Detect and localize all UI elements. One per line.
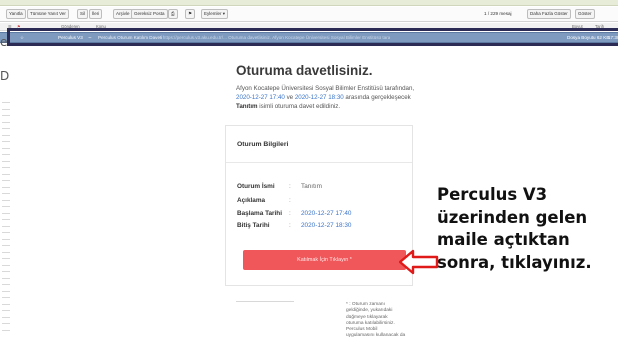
column-from[interactable]: Gönderen bbox=[61, 23, 80, 31]
mail-size: Dosya Boyutu 62 KB bbox=[567, 35, 610, 40]
mail-from: Perculus V3 bbox=[58, 35, 83, 40]
field-label-description: Açıklama bbox=[237, 197, 266, 204]
left-pane-line bbox=[2, 193, 10, 194]
left-pane-line bbox=[2, 134, 10, 136]
left-pane-line bbox=[2, 206, 10, 207]
message-count: 1 / 229 mesaj bbox=[484, 11, 512, 16]
left-pane-line bbox=[2, 251, 10, 253]
left-pane-line bbox=[2, 329, 10, 331]
column-subject[interactable]: Konu bbox=[96, 23, 106, 31]
archive-button[interactable]: Arşivle bbox=[113, 9, 133, 19]
left-pane-line bbox=[2, 173, 10, 175]
field-colon: : bbox=[289, 197, 291, 204]
footnote-text: * : Oturum zamanı geldiğinde, yukarıdaki… bbox=[346, 302, 406, 338]
mail-row-selected[interactable]: ☆ Perculus V3 ∼ Perculus Oturum Katılım … bbox=[0, 32, 618, 43]
left-pane-line bbox=[2, 108, 10, 110]
invite-suffix: isimli oturuma davet edildiniz. bbox=[257, 103, 341, 111]
invite-headline: Oturuma davetlisiniz. bbox=[236, 63, 373, 78]
left-pane-line bbox=[2, 199, 10, 201]
left-pane-line bbox=[2, 290, 10, 292]
invite-end-date: 2020-12-27 18:30 bbox=[294, 94, 344, 102]
star-icon[interactable]: ☆ bbox=[20, 33, 24, 43]
invite-start-date: 2020-12-27 17:40 bbox=[236, 94, 285, 102]
invite-text: Afyon Kocatepe Üniversitesi Sosyal Bilim… bbox=[236, 84, 416, 112]
left-pane-line bbox=[2, 303, 10, 305]
flag-icon[interactable]: ⚑ bbox=[185, 9, 196, 19]
forward-button[interactable]: İleri bbox=[89, 9, 103, 19]
invite-and: ve bbox=[284, 94, 295, 102]
field-label-start: Başlama Tarihi bbox=[237, 210, 282, 217]
left-pane-line bbox=[2, 160, 10, 162]
left-pane-fragment: e D bbox=[0, 35, 14, 338]
left-pane-line bbox=[2, 297, 10, 298]
left-pane-line bbox=[2, 141, 10, 142]
left-pane-line bbox=[2, 167, 10, 168]
delete-button[interactable]: Sil bbox=[77, 9, 89, 19]
left-pane-line bbox=[2, 323, 10, 324]
left-pane-line bbox=[2, 232, 10, 233]
field-value-end: 2020-12-27 18:30 bbox=[301, 222, 352, 229]
left-pane-glyph: D bbox=[0, 69, 10, 83]
left-pane-line bbox=[2, 219, 10, 220]
card-divider bbox=[226, 162, 412, 163]
footer-divider bbox=[236, 301, 294, 302]
mail-time: 17:38 bbox=[608, 35, 618, 40]
left-pane-line bbox=[2, 147, 10, 149]
show-button[interactable]: Göster bbox=[575, 9, 595, 19]
top-strip bbox=[0, 0, 618, 6]
join-session-button[interactable]: Katılmak İçin Tıklayın * bbox=[243, 250, 406, 270]
left-pane-line bbox=[2, 264, 10, 266]
field-colon: : bbox=[289, 210, 291, 217]
instruction-annotation: Perculus V3 üzerinden gelen maile açtıkt… bbox=[437, 184, 617, 274]
field-value-start: 2020-12-27 17:40 bbox=[301, 210, 352, 217]
mail-toolbar: Yanıtla Tümüne Yanıt Ver Sil İleri Arşiv… bbox=[0, 7, 618, 22]
field-label-end: Bitiş Tarihi bbox=[237, 222, 270, 229]
attachment-icon[interactable]: ⚑ bbox=[17, 23, 21, 31]
invite-session-name: Tanıtım bbox=[236, 103, 258, 111]
print-icon[interactable]: ⎙ bbox=[168, 9, 178, 19]
left-pane-line bbox=[2, 180, 10, 181]
left-pane-line bbox=[2, 225, 10, 227]
reply-all-button[interactable]: Tümüne Yanıt Ver bbox=[27, 9, 69, 19]
thread-icon[interactable]: ☰ bbox=[8, 23, 12, 31]
left-pane-line bbox=[2, 186, 10, 188]
field-label-name: Oturum İsmi bbox=[237, 183, 275, 190]
left-pane-line bbox=[2, 277, 10, 279]
pointer-arrow-icon bbox=[399, 249, 439, 275]
left-pane-line bbox=[2, 258, 10, 259]
left-pane-line bbox=[2, 271, 10, 272]
mail-subject: Perculus Oturum Katılım Daveti bbox=[98, 35, 163, 40]
junk-button[interactable]: Gereksiz Posta bbox=[131, 9, 168, 19]
annotation-line: Perculus V3 bbox=[437, 185, 548, 204]
annotation-line: maile açtıktan bbox=[437, 230, 570, 249]
attachment-icon: ∼ bbox=[88, 35, 92, 40]
field-colon: : bbox=[289, 183, 291, 190]
left-pane-line bbox=[2, 128, 10, 129]
column-date[interactable]: Tarih bbox=[595, 23, 604, 31]
invite-between: arasında gerçekleşecek bbox=[343, 94, 411, 102]
left-pane-line bbox=[2, 310, 10, 311]
left-pane-line bbox=[2, 284, 10, 285]
left-pane-line bbox=[2, 115, 10, 116]
actions-menu[interactable]: Eylemler ▾ bbox=[201, 9, 229, 19]
invite-prefix: Afyon Kocatepe Üniversitesi Sosyal Bilim… bbox=[236, 85, 415, 92]
field-value-name: Tanıtım bbox=[301, 183, 322, 190]
more-button[interactable]: Daha Fazla Göster bbox=[527, 9, 571, 19]
field-colon: : bbox=[289, 222, 291, 229]
reply-button[interactable]: Yanıtla bbox=[6, 9, 26, 19]
left-pane-line bbox=[2, 121, 10, 123]
left-pane-line bbox=[2, 212, 10, 214]
left-pane-line bbox=[2, 154, 10, 155]
left-pane-line bbox=[2, 238, 10, 240]
left-pane-line bbox=[2, 316, 10, 318]
left-pane-glyph: e bbox=[0, 35, 8, 49]
annotation-line: sonra, tıklayınız. bbox=[437, 252, 592, 272]
annotation-line: üzerinden gelen bbox=[437, 207, 588, 227]
left-pane-line bbox=[2, 102, 10, 103]
column-size[interactable]: Boyut bbox=[572, 23, 583, 31]
mail-preview: - https://perculus.v3.aku.edu.tr/... Otu… bbox=[160, 35, 390, 40]
message-list-header: ☰ ⚑ Gönderen Konu Boyut Tarih bbox=[0, 23, 618, 31]
left-pane-line bbox=[2, 245, 10, 246]
card-title: Oturum Bilgileri bbox=[237, 141, 289, 148]
